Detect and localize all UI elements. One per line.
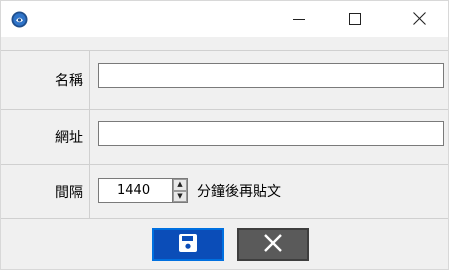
url-field-cell xyxy=(91,110,448,164)
save-button[interactable] xyxy=(152,228,224,261)
spin-down-button[interactable]: ▼ xyxy=(173,190,187,202)
close-button[interactable] xyxy=(396,1,442,37)
cancel-button[interactable] xyxy=(237,228,309,261)
name-field-cell xyxy=(91,51,448,109)
maximize-button[interactable] xyxy=(332,1,378,37)
minimize-button[interactable] xyxy=(276,1,322,37)
minimize-icon xyxy=(293,10,305,29)
close-icon xyxy=(412,10,426,29)
action-bar xyxy=(1,218,448,270)
maximize-icon xyxy=(349,10,361,29)
interval-field-cell: ▲ ▼ 分鐘後再貼文 xyxy=(91,165,448,218)
interval-stepper: ▲ ▼ 分鐘後再貼文 xyxy=(98,178,281,203)
name-label: 名稱 xyxy=(1,51,90,109)
interval-label: 間隔 xyxy=(1,165,90,218)
caret-down-icon: ▼ xyxy=(177,191,183,200)
interval-suffix: 分鐘後再貼文 xyxy=(197,183,281,200)
interval-row: 間隔 ▲ ▼ 分鐘後再貼文 xyxy=(1,164,448,218)
spin-buttons: ▲ ▼ xyxy=(172,178,188,203)
name-input[interactable] xyxy=(98,63,444,88)
floppy-disk-icon xyxy=(178,233,198,257)
app-circle-icon xyxy=(11,11,28,28)
caret-up-icon: ▲ xyxy=(177,180,183,189)
url-input[interactable] xyxy=(98,121,444,146)
title-bar[interactable] xyxy=(1,1,448,37)
dialog-window: 名稱 網址 間隔 ▲ ▼ xyxy=(0,0,449,270)
interval-input[interactable] xyxy=(98,178,172,203)
name-row: 名稱 xyxy=(1,50,448,109)
url-label: 網址 xyxy=(1,110,90,164)
spin-up-button[interactable]: ▲ xyxy=(173,179,187,191)
x-icon xyxy=(262,233,284,257)
url-row: 網址 xyxy=(1,109,448,164)
